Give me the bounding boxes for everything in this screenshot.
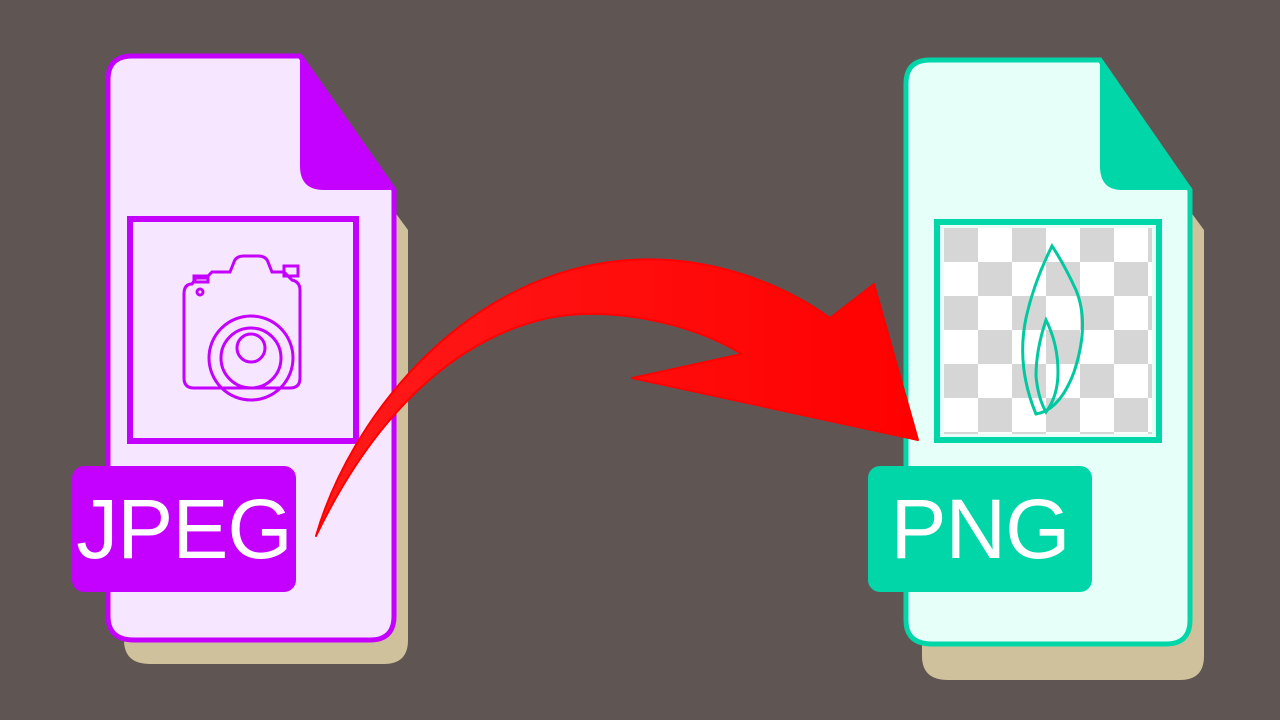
jpeg-format-label: JPEG	[72, 466, 296, 592]
artwork	[72, 53, 1204, 680]
jpeg-format-text: JPEG	[76, 482, 292, 576]
png-format-label: PNG	[868, 466, 1092, 592]
png-checkerboard	[944, 228, 1152, 434]
conversion-graphic: JPEG PNG	[0, 0, 1280, 720]
png-format-text: PNG	[890, 482, 1070, 576]
png-file-corner	[1100, 60, 1190, 190]
